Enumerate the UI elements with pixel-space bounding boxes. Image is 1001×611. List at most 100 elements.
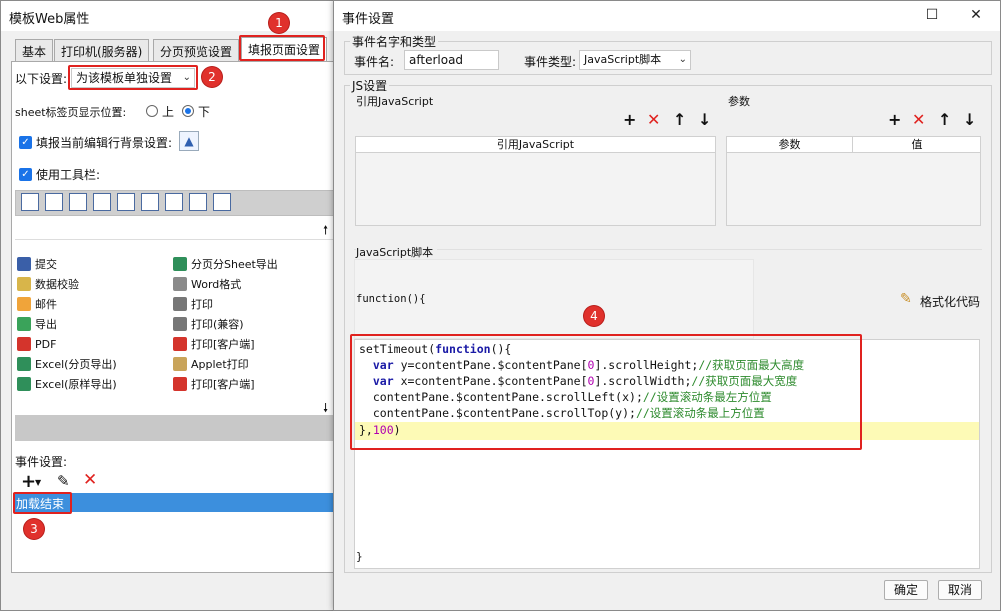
list-item-word[interactable]: Word格式: [173, 275, 241, 295]
maximize-icon[interactable]: ☐: [910, 1, 954, 29]
chevron-down-icon[interactable]: ▼: [35, 478, 41, 487]
format-code-button[interactable]: 格式化代码: [920, 293, 980, 310]
window-icon: [213, 193, 231, 211]
arrow-down-icon[interactable]: ↓: [698, 112, 711, 128]
list-item-print-client-2[interactable]: 打印[客户端]: [173, 375, 255, 395]
export-icon: [117, 193, 135, 211]
list-item-label: Applet打印: [191, 358, 249, 371]
arrow-up-icon[interactable]: ↑: [673, 112, 686, 128]
pdf-icon: [17, 337, 31, 351]
add-event-icon[interactable]: +: [21, 471, 36, 492]
excel-icon: [173, 257, 187, 271]
list-item-submit[interactable]: 提交: [17, 255, 57, 275]
radio-bottom[interactable]: [182, 105, 194, 117]
toolbar-label: 使用工具栏:: [36, 168, 101, 182]
closing-brace: }: [356, 550, 363, 563]
title-bar: 事件设置 ☐ ✕: [334, 1, 1000, 31]
toolbar-checkbox[interactable]: ✓: [19, 168, 32, 181]
list-item-sheet-export[interactable]: 分页分Sheet导出: [173, 255, 278, 275]
fork-icon: [189, 193, 207, 211]
radio-bottom-label: 下: [198, 105, 211, 119]
edit-icon[interactable]: ✎: [57, 472, 70, 490]
pencil-icon: [45, 193, 63, 211]
list-item-mail[interactable]: 邮件: [17, 295, 57, 315]
list-item-export[interactable]: 导出: [17, 315, 57, 335]
tab-printer-server[interactable]: 打印机(服务器): [54, 39, 150, 61]
pdf-icon: [69, 193, 87, 211]
event-name-label: 事件名:: [354, 55, 395, 69]
list-item-pdf[interactable]: PDF: [17, 335, 56, 355]
script-label: JavaScript脚本: [356, 244, 438, 260]
list-item-label: 打印(兼容): [191, 318, 244, 331]
cancel-button[interactable]: 取消: [938, 580, 982, 600]
marker-4: 4: [584, 306, 604, 326]
word-icon: [173, 277, 187, 291]
save-icon: [17, 257, 31, 271]
highlight-event: [13, 492, 72, 514]
scroll-up-icon[interactable]: 🠕: [323, 221, 328, 242]
highlight-tab: [239, 35, 325, 61]
list-item-validate[interactable]: 数据校验: [17, 275, 79, 295]
list-item-excel-page[interactable]: Excel(分页导出): [17, 355, 117, 375]
radio-top-label: 上: [162, 105, 175, 119]
delete-icon[interactable]: ✕: [83, 470, 97, 490]
arrow-up-icon[interactable]: ↑: [938, 112, 951, 128]
window-title: 事件设置: [342, 12, 395, 27]
paint-bucket-icon[interactable]: ▲: [179, 131, 199, 151]
save-icon: [21, 193, 39, 211]
close-icon[interactable]: ✕: [954, 1, 998, 29]
params-label: 参数: [728, 95, 750, 108]
fill-bg-checkbox[interactable]: ✓: [19, 136, 32, 149]
broom-icon[interactable]: ✎: [900, 291, 912, 307]
list-item-print-compat[interactable]: 打印(兼容): [173, 315, 244, 335]
highlight-code: [350, 334, 862, 450]
list-item-applet-print[interactable]: Applet打印: [173, 355, 249, 375]
highlight-select: [68, 65, 198, 90]
list-item-print-client[interactable]: 打印[客户端]: [173, 335, 255, 355]
list-item-print[interactable]: 打印: [173, 295, 213, 315]
delete-icon[interactable]: ✕: [647, 112, 660, 128]
event-type-select[interactable]: JavaScript脚本 ⌄: [579, 50, 691, 70]
list-item-label: 打印[客户端]: [191, 378, 255, 391]
applet-icon: [173, 357, 187, 371]
list-item-label: 打印: [191, 298, 213, 311]
tab-page-preview[interactable]: 分页预览设置: [153, 39, 240, 61]
event-name-field[interactable]: afterload: [404, 50, 499, 70]
list-item-excel-original[interactable]: Excel(原样导出): [17, 375, 117, 395]
tab-basic[interactable]: 基本: [15, 39, 54, 61]
params-col-value: 值: [911, 138, 923, 151]
toolbar-separator: [15, 216, 335, 240]
event-group-label: 事件名字和类型: [350, 33, 439, 50]
add-icon[interactable]: +: [623, 112, 636, 128]
radio-top[interactable]: [146, 105, 158, 117]
excel-icon: [17, 357, 31, 371]
network-icon: [165, 193, 183, 211]
event-type-value: JavaScript脚本: [584, 53, 662, 66]
list-item-label: 邮件: [35, 298, 57, 311]
list-item-label: Excel(原样导出): [35, 378, 117, 391]
list-item-label: 导出: [35, 318, 57, 331]
list-item-label: 打印[客户端]: [191, 338, 255, 351]
js-group-label: JS设置: [350, 77, 390, 94]
add-icon[interactable]: +: [888, 112, 901, 128]
pencil-icon: [17, 277, 31, 291]
list-footer: [15, 415, 335, 441]
ok-button[interactable]: 确定: [884, 580, 928, 600]
printer-icon: [173, 297, 187, 311]
window-title: 模板Web属性: [9, 12, 90, 27]
marker-2: 2: [202, 67, 222, 87]
pdf-icon: [173, 337, 187, 351]
params-table: 参数 值: [726, 136, 981, 226]
settings-label: 以下设置:: [15, 72, 68, 86]
sheet-tab-position-label: sheet标签页显示位置:: [15, 106, 127, 119]
arrow-down-icon[interactable]: ↓: [963, 112, 976, 128]
delete-icon[interactable]: ✕: [912, 112, 925, 128]
list-item-label: Word格式: [191, 278, 242, 291]
export-icon: [17, 317, 31, 331]
list-item-label: PDF: [35, 338, 57, 351]
event-settings-window: 事件设置 ☐ ✕ 事件名字和类型 事件名: afterload 事件类型: Ja…: [333, 0, 1001, 611]
mail-icon: [17, 297, 31, 311]
ref-js-column-header: 引用JavaScript: [356, 137, 715, 153]
list-item-label: Excel(分页导出): [35, 358, 117, 371]
list-item-label: 分页分Sheet导出: [191, 258, 278, 271]
